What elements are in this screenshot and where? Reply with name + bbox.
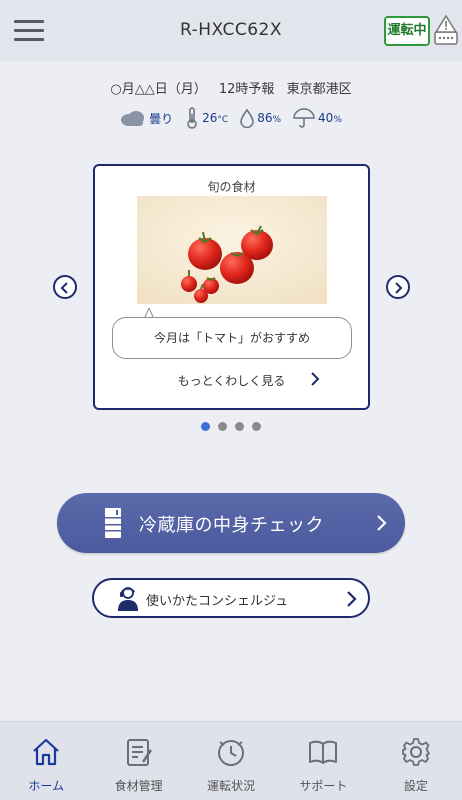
weather-row: 曇り 26°C 86% 40%	[0, 106, 462, 130]
nav-label: 運転状況	[207, 779, 256, 793]
nav-item-operation-status[interactable]: 運転状況	[185, 722, 277, 800]
tomato-image	[137, 196, 327, 304]
temperature-value: 26	[202, 111, 218, 125]
carousel-prev-button[interactable]	[53, 275, 77, 299]
usage-concierge-button[interactable]: 使いかたコンシェルジュ	[92, 578, 370, 618]
nav-label: ホーム	[28, 779, 65, 793]
nav-item-support[interactable]: サポート	[277, 722, 369, 800]
carousel-dot[interactable]	[252, 422, 261, 431]
router-warning-icon[interactable]	[431, 14, 461, 50]
concierge-person-icon	[118, 587, 138, 611]
forecast-date: ○月△△日（月）	[110, 82, 207, 97]
food-management-icon	[126, 739, 152, 766]
chevron-right-icon	[377, 515, 387, 531]
nav-item-food-management[interactable]: 食材管理	[92, 722, 184, 800]
more-details-link[interactable]: もっとくわしく見る	[95, 372, 368, 389]
forecast-location: 東京都港区	[286, 82, 352, 97]
thermometer-icon	[187, 107, 197, 129]
more-details-label: もっとくわしく見る	[177, 374, 286, 388]
card-title: 旬の食材	[207, 180, 256, 194]
nav-item-home[interactable]: ホーム	[0, 722, 92, 800]
nav-label: サポート	[299, 779, 348, 793]
nav-label: 食材管理	[114, 779, 163, 793]
recommendation-bubble: 今月は「トマト」がおすすめ	[112, 317, 352, 359]
gear-icon	[401, 738, 430, 766]
chevron-right-icon	[395, 282, 403, 294]
carousel-dot[interactable]	[201, 422, 210, 431]
nav-item-settings[interactable]: 設定	[370, 722, 462, 800]
forecast-header: ○月△△日（月） 12時予報 東京都港区	[0, 78, 462, 97]
carousel-next-button[interactable]	[386, 275, 410, 299]
carousel-dot[interactable]	[235, 422, 244, 431]
rain-chance-value: 40	[318, 111, 334, 125]
humidity-value: 86	[257, 111, 273, 125]
humidity-unit: %	[272, 115, 282, 125]
forecast-time: 12時予報	[218, 82, 275, 97]
chevron-right-icon	[347, 591, 357, 607]
app-header: R-HXCC62X 運転中	[0, 0, 462, 62]
carousel-pagination	[201, 422, 261, 431]
weather-condition: 曇り	[149, 111, 174, 126]
operation-status-badge[interactable]: 運転中	[384, 16, 430, 46]
fridge-contents-check-button[interactable]: 冷蔵庫の中身チェック	[57, 493, 405, 553]
bottom-navigation: ホーム 食材管理 運転状況 サポート 設定	[0, 721, 462, 800]
nav-label: 設定	[403, 779, 428, 793]
droplet-icon	[240, 108, 254, 128]
chevron-right-icon	[311, 372, 320, 386]
support-book-icon	[309, 740, 338, 764]
seasonal-food-card[interactable]: 旬の食材 今月は「トマト」がおすすめ もっとくわしく見る	[93, 164, 370, 410]
carousel-dot[interactable]	[218, 422, 227, 431]
home-icon	[33, 738, 59, 766]
cloud-icon	[121, 111, 145, 126]
umbrella-icon	[293, 108, 315, 128]
chevron-left-icon	[60, 282, 68, 294]
fridge-contents-check-label: 冷蔵庫の中身チェック	[139, 515, 324, 536]
operation-status-icon	[218, 740, 245, 766]
usage-concierge-label: 使いかたコンシェルジュ	[146, 594, 289, 609]
fridge-icon	[105, 508, 121, 538]
temperature-unit: °C	[217, 115, 229, 125]
rain-chance-unit: %	[333, 115, 342, 125]
